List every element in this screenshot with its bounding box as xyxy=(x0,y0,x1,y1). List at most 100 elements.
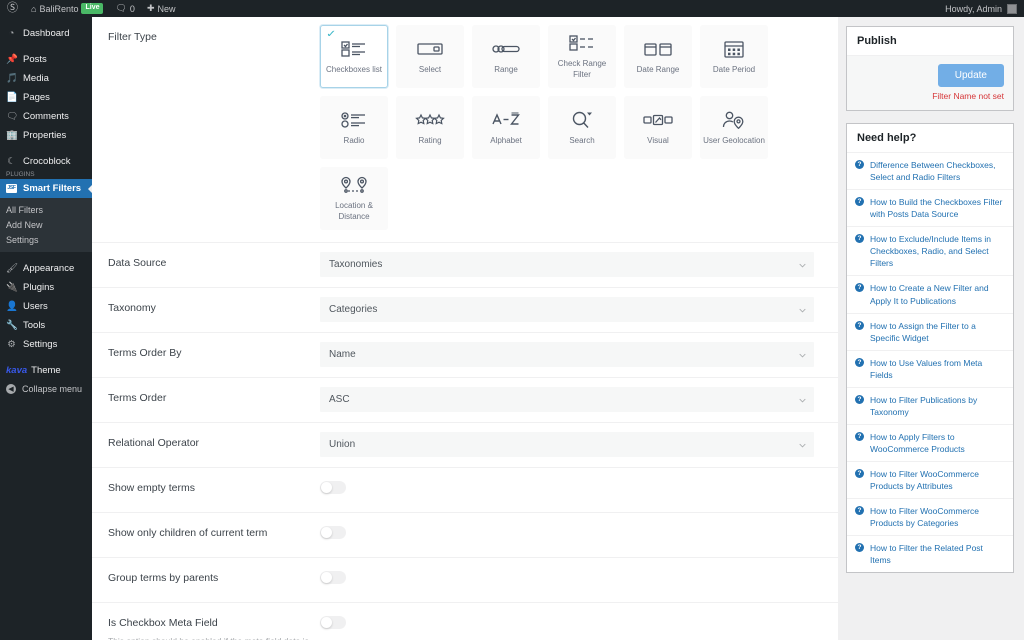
is-checkbox-meta-field-toggle[interactable] xyxy=(320,616,346,629)
sidebar-item-label: Comments xyxy=(23,111,69,122)
filter-type-card-visual[interactable]: Visual xyxy=(624,96,692,159)
sidebar-item-label: Users xyxy=(23,301,48,312)
comments-bubble[interactable]: 🗨 0 xyxy=(109,0,140,17)
help-link[interactable]: How to Assign the Filter to a Specific W… xyxy=(870,320,1004,344)
help-link[interactable]: How to Exclude/Include Items in Checkbox… xyxy=(870,233,1004,269)
filter-type-card-label: Rating xyxy=(418,135,442,145)
filter-type-card-search[interactable]: Search xyxy=(548,96,616,159)
filter-type-card-location-distance[interactable]: Location & Distance xyxy=(320,167,388,230)
sidebar-item-pages[interactable]: 📄 Pages xyxy=(0,88,92,107)
sidebar-item-tools[interactable]: 🔧 Tools xyxy=(0,316,92,335)
filter-type-card-label: Date Range xyxy=(636,64,680,74)
show-empty-terms-toggle[interactable] xyxy=(320,481,346,494)
sidebar-item-media[interactable]: 🎵 Media xyxy=(0,69,92,88)
help-link[interactable]: How to Filter WooCommerce Products by At… xyxy=(870,468,1004,492)
filter-settings-panel: Filter Type ✓ Checkboxes list Select Ran… xyxy=(92,17,838,640)
filter-type-card-date-range[interactable]: Date Range xyxy=(624,25,692,88)
help-list-item[interactable]: ? How to Use Values from Meta Fields xyxy=(847,351,1013,388)
help-list-item[interactable]: ? How to Filter WooCommerce Products by … xyxy=(847,499,1013,537)
check-range-icon xyxy=(569,32,595,54)
sidebar-item-users[interactable]: 👤 Users xyxy=(0,297,92,316)
sidebar-item-settings[interactable]: ⚙ Settings xyxy=(0,335,92,354)
filter-type-grid: ✓ Checkboxes list Select Range Check Ran… xyxy=(320,17,832,242)
filter-type-card-check-range-filter[interactable]: Check Range Filter xyxy=(548,25,616,88)
sidebar-subitem-all-filters[interactable]: All Filters xyxy=(0,202,92,217)
sidebar-item-plugins[interactable]: 🔌 Plugins xyxy=(0,278,92,297)
filter-type-card-checkboxes-list[interactable]: ✓ Checkboxes list xyxy=(320,25,388,88)
help-link[interactable]: How to Build the Checkboxes Filter with … xyxy=(870,196,1004,220)
stars-icon xyxy=(415,109,445,131)
search-icon xyxy=(571,109,593,131)
help-link[interactable]: How to Filter the Related Post Items xyxy=(870,542,1004,566)
field-row-relational-operator: Relational Operator Union xyxy=(92,423,838,468)
help-link[interactable]: How to Create a New Filter and Apply It … xyxy=(870,282,1004,306)
range-slider-icon xyxy=(492,38,520,60)
help-link[interactable]: How to Use Values from Meta Fields xyxy=(870,357,1004,381)
update-button[interactable]: Update xyxy=(937,64,1004,87)
help-list-item[interactable]: ? How to Apply Filters to WooCommerce Pr… xyxy=(847,425,1013,463)
collapse-menu-button[interactable]: ◀ Collapse menu xyxy=(0,380,92,398)
help-link[interactable]: How to Apply Filters to WooCommerce Prod… xyxy=(870,431,1004,455)
sidebar-item-theme[interactable]: kava Theme xyxy=(0,361,92,380)
field-control-cell xyxy=(320,558,838,602)
sidebar-item-dashboard[interactable]: ◔ Dashboard xyxy=(0,24,92,43)
tools-icon: 🔧 xyxy=(6,320,18,331)
sidebar-item-properties[interactable]: 🏢 Properties xyxy=(0,126,92,145)
taxonomy-select[interactable]: Categories xyxy=(320,297,814,322)
field-row-group-terms-by-parents: Group terms by parents xyxy=(92,558,838,603)
right-sidebar: Publish Update Filter Name not set Need … xyxy=(838,17,1024,640)
relational-operator-select[interactable]: Union xyxy=(320,432,814,457)
help-list-item[interactable]: ? How to Filter WooCommerce Products by … xyxy=(847,462,1013,500)
field-label-cell: Group terms by parents xyxy=(92,558,320,602)
group-terms-by-parents-toggle[interactable] xyxy=(320,571,346,584)
toggle-knob xyxy=(321,527,332,538)
field-row-show-only-children: Show only children of current term xyxy=(92,513,838,558)
sidebar-item-comments[interactable]: 🗨 Comments xyxy=(0,107,92,126)
help-list-item[interactable]: ? How to Exclude/Include Items in Checkb… xyxy=(847,227,1013,277)
sidebar-item-smart-filters[interactable]: JSF Smart Filters xyxy=(0,179,93,198)
sidebar-subitem-add-new[interactable]: Add New xyxy=(0,217,92,232)
sidebar-subitem-settings[interactable]: Settings xyxy=(0,232,92,247)
wordpress-logo-icon[interactable]: Ⓢ xyxy=(0,0,25,17)
comments-count: 0 xyxy=(129,3,135,14)
media-icon: 🎵 xyxy=(6,73,18,84)
help-list-item[interactable]: ? How to Create a New Filter and Apply I… xyxy=(847,276,1013,314)
filter-type-card-select[interactable]: Select xyxy=(396,25,464,88)
collapse-menu-label: Collapse menu xyxy=(22,384,83,394)
help-link[interactable]: How to Filter WooCommerce Products by Ca… xyxy=(870,505,1004,529)
help-list-item[interactable]: ? How to Filter Publications by Taxonomy xyxy=(847,388,1013,425)
chevron-down-icon xyxy=(799,398,806,402)
new-content-button[interactable]: ✚ New xyxy=(141,0,182,17)
help-list-item[interactable]: ? How to Filter the Related Post Items xyxy=(847,536,1013,572)
filter-type-card-alphabet[interactable]: Alphabet xyxy=(472,96,540,159)
sidebar-item-posts[interactable]: 📌 Posts xyxy=(0,50,92,69)
toggle-knob xyxy=(321,572,332,583)
sidebar-item-appearance[interactable]: 🖌 Appearance xyxy=(0,259,92,278)
field-control-cell: Union xyxy=(320,423,838,467)
site-name-menu[interactable]: ⌂ BaliRento Live xyxy=(25,0,109,17)
filter-type-card-label: Visual xyxy=(647,135,669,145)
account-menu[interactable]: Howdy, Admin xyxy=(945,3,1024,14)
terms-order-select[interactable]: ASC xyxy=(320,387,814,412)
filter-type-card-label: Search xyxy=(569,135,595,145)
filter-type-card-range[interactable]: Range xyxy=(472,25,540,88)
filter-type-card-label: Checkboxes list xyxy=(325,64,383,74)
filter-type-card-user-geolocation[interactable]: User Geolocation xyxy=(700,96,768,159)
help-list-item[interactable]: ? How to Build the Checkboxes Filter wit… xyxy=(847,190,1013,228)
help-list-item[interactable]: ? How to Assign the Filter to a Specific… xyxy=(847,314,1013,351)
help-link[interactable]: How to Filter Publications by Taxonomy xyxy=(870,394,1004,418)
sidebar-item-crocoblock[interactable]: ☾ Crocoblock xyxy=(0,152,92,171)
field-label-cell: Terms Order xyxy=(92,378,320,422)
help-list-item[interactable]: ? Difference Between Checkboxes, Select … xyxy=(847,153,1013,191)
filter-type-card-rating[interactable]: Rating xyxy=(396,96,464,159)
show-only-children-toggle[interactable] xyxy=(320,526,346,539)
filter-type-card-date-period[interactable]: Date Period xyxy=(700,25,768,88)
kava-logo: kava xyxy=(6,365,28,376)
data-source-select[interactable]: Taxonomies xyxy=(320,252,814,277)
terms-order-by-select[interactable]: Name xyxy=(320,342,814,367)
crocoblock-icon: ☾ xyxy=(7,156,16,167)
visual-icon xyxy=(643,109,673,131)
question-mark-icon: ? xyxy=(855,431,864,441)
filter-type-card-radio[interactable]: Radio xyxy=(320,96,388,159)
help-link[interactable]: Difference Between Checkboxes, Select an… xyxy=(870,159,1004,183)
